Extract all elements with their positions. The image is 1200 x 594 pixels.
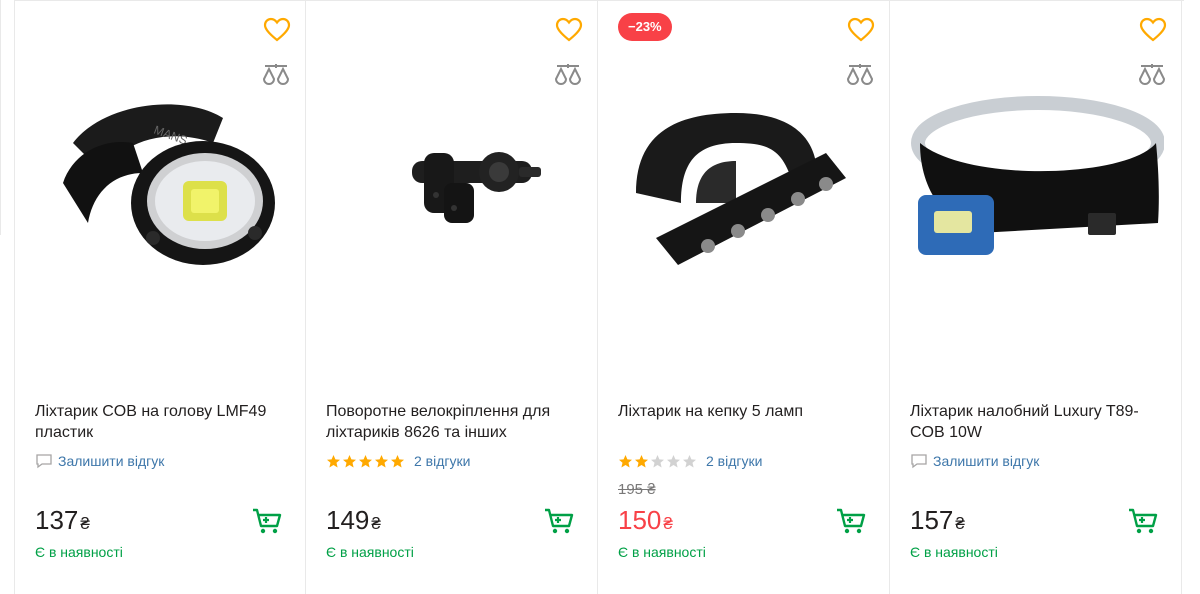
- cart-icon[interactable]: [543, 506, 575, 536]
- review-link-label: Залишити відгук: [933, 453, 1040, 469]
- star-icon: [635, 454, 648, 467]
- heart-icon[interactable]: [555, 17, 583, 43]
- speech-bubble-icon: [911, 454, 927, 469]
- old-price: 195 ₴: [618, 481, 656, 498]
- page-divider: [0, 0, 1, 235]
- review-count: 2 відгуки: [414, 453, 471, 469]
- price-value: 137: [35, 505, 79, 535]
- availability-status: Є в наявності: [910, 544, 998, 560]
- product-card: Ліхтарик налобний Luxury T89-COB 10W Зал…: [890, 1, 1182, 594]
- cart-icon[interactable]: [1127, 506, 1159, 536]
- speech-bubble-icon: [36, 454, 52, 469]
- review-link[interactable]: 2 відгуки: [618, 451, 762, 471]
- star-icon: [619, 454, 632, 467]
- review-link-label: Залишити відгук: [58, 453, 165, 469]
- product-title[interactable]: Ліхтарик на кепку 5 ламп: [618, 401, 880, 422]
- product-title[interactable]: Поворотне велокріплення для ліхтариків 8…: [326, 401, 588, 443]
- cart-icon[interactable]: [251, 506, 283, 536]
- price-value: 150: [618, 505, 662, 535]
- product-title[interactable]: Ліхтарик налобний Luxury T89-COB 10W: [910, 401, 1172, 443]
- star-icon: [683, 454, 696, 467]
- star-icon: [359, 454, 372, 467]
- availability-status: Є в наявності: [618, 544, 706, 560]
- product-image[interactable]: MANS: [33, 83, 289, 283]
- rating-stars: [618, 454, 698, 469]
- currency-symbol: ₴: [371, 514, 381, 533]
- star-icon: [391, 454, 404, 467]
- review-link[interactable]: 2 відгуки: [326, 451, 470, 471]
- product-image[interactable]: [908, 83, 1164, 283]
- heart-icon[interactable]: [1139, 17, 1167, 43]
- product-card: MANS Ліхтарик COB на голову LMF49 пласти…: [14, 1, 306, 594]
- currency-symbol: ₴: [663, 514, 673, 533]
- review-count: 2 відгуки: [706, 453, 763, 469]
- product-card: −23% Ліхтарик на кепку 5 ламп 2 відгуки …: [598, 1, 890, 594]
- star-icon: [327, 454, 340, 467]
- heart-icon[interactable]: [847, 17, 875, 43]
- price-value: 149: [326, 505, 370, 535]
- product-image[interactable]: [616, 83, 872, 283]
- heart-icon[interactable]: [263, 17, 291, 43]
- product-price: 157 ₴: [910, 504, 965, 540]
- availability-status: Є в наявності: [35, 544, 123, 560]
- price-value: 157: [910, 505, 954, 535]
- cart-icon[interactable]: [835, 506, 867, 536]
- product-image[interactable]: [324, 83, 580, 283]
- star-icon: [667, 454, 680, 467]
- availability-status: Є в наявності: [326, 544, 414, 560]
- star-icon: [375, 454, 388, 467]
- product-price: 150 ₴: [618, 504, 673, 540]
- product-price: 137 ₴: [35, 504, 90, 540]
- product-price: 149 ₴: [326, 504, 381, 540]
- star-icon: [651, 454, 664, 467]
- currency-symbol: ₴: [955, 514, 965, 533]
- review-link[interactable]: Залишити відгук: [910, 451, 1039, 471]
- discount-badge: −23%: [618, 13, 672, 41]
- rating-stars: [326, 454, 406, 469]
- product-grid: MANS Ліхтарик COB на голову LMF49 пласти…: [14, 0, 1184, 594]
- currency-symbol: ₴: [80, 514, 90, 533]
- product-card: Поворотне велокріплення для ліхтариків 8…: [306, 1, 598, 594]
- product-title[interactable]: Ліхтарик COB на голову LMF49 пластик: [35, 401, 297, 443]
- star-icon: [343, 454, 356, 467]
- review-link[interactable]: Залишити відгук: [35, 451, 164, 471]
